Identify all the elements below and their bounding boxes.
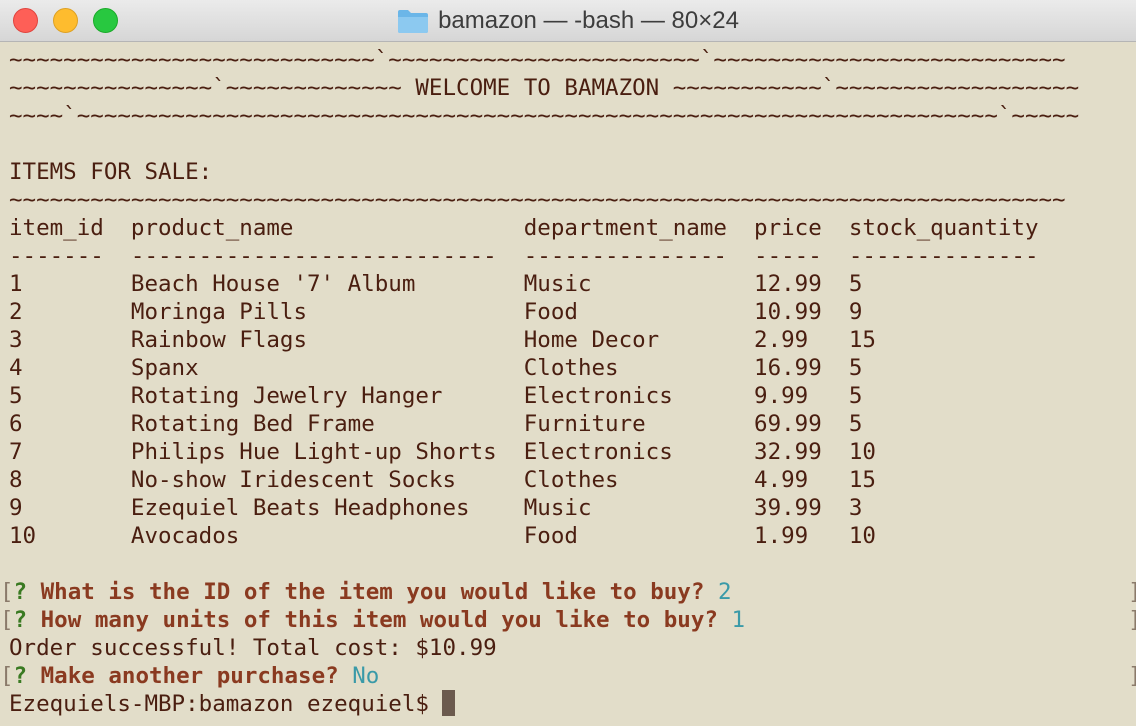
prompt-open-bracket: [ [0, 663, 14, 689]
table-row: 2 Moringa Pills Food 10.99 9 [9, 299, 863, 325]
table-row: 5 Rotating Jewelry Hanger Electronics 9.… [9, 383, 863, 409]
table-row: 9 Ezequiel Beats Headphones Music 39.99 … [9, 495, 863, 521]
window-title-group: bamazon — -bash — 80×24 [0, 0, 1136, 41]
prompt-open-bracket: [ [0, 579, 14, 605]
banner-line-1: ~~~~~~~~~~~~~~~~~~~~~~~~~~~`~~~~~~~~~~~~… [9, 47, 1066, 73]
item-id-answer: 2 [717, 579, 732, 605]
table-divider: ~~~~~~~~~~~~~~~~~~~~~~~~~~~~~~~~~~~~~~~~… [9, 187, 1066, 213]
table-row: 8 No-show Iridescent Socks Clothes 4.99 … [9, 467, 876, 493]
prompt-close-bracket: ] [1128, 578, 1136, 606]
text-cursor [442, 690, 456, 716]
quantity-question: How many units of this item would you li… [27, 607, 732, 633]
item-id-question: What is the ID of the item you would lik… [27, 579, 718, 605]
title-bar: bamazon — -bash — 80×24 [0, 0, 1136, 42]
shell-prompt: Ezequiels-MBP:bamazon ezequiel$ [9, 691, 443, 717]
table-row: 6 Rotating Bed Frame Furniture 69.99 5 [9, 411, 863, 437]
folder-icon [398, 9, 429, 33]
quantity-prompt: [? How many units of this item would you… [0, 606, 1136, 634]
prompt-question-mark: ? [13, 663, 28, 689]
prompt-question-mark: ? [13, 579, 28, 605]
prompt-close-bracket: ] [1128, 662, 1136, 690]
table-row: 7 Philips Hue Light-up Shorts Electronic… [9, 439, 876, 465]
table-row: 4 Spanx Clothes 16.99 5 [9, 355, 863, 381]
terminal-window: bamazon — -bash — 80×24 ~~~~~~~~~~~~~~~~… [0, 0, 1136, 726]
prompt-question-mark: ? [13, 607, 28, 633]
another-purchase-answer: No [352, 663, 380, 689]
table-header-rule: ------- --------------------------- ----… [9, 243, 1039, 269]
shell-prompt-line[interactable]: Ezequiels-MBP:bamazon ezequiel$ [0, 690, 1136, 718]
quantity-answer: 1 [731, 607, 746, 633]
terminal-output[interactable]: ~~~~~~~~~~~~~~~~~~~~~~~~~~~`~~~~~~~~~~~~… [0, 41, 1136, 726]
order-result: Order successful! Total cost: $10.99 [9, 635, 497, 661]
item-id-prompt: [? What is the ID of the item you would … [0, 578, 1136, 606]
another-purchase-prompt: [? Make another purchase? No] [0, 662, 1136, 690]
prompt-close-bracket: ] [1128, 606, 1136, 634]
table-row: 1 Beach House '7' Album Music 12.99 5 [9, 271, 863, 297]
banner-line-2: ~~~~~~~~~~~~~~~`~~~~~~~~~~~~~ WELCOME TO… [9, 75, 1080, 101]
banner-line-3: ~~~~`~~~~~~~~~~~~~~~~~~~~~~~~~~~~~~~~~~~… [9, 103, 1080, 129]
table-row: 3 Rainbow Flags Home Decor 2.99 15 [9, 327, 876, 353]
another-purchase-question: Make another purchase? [27, 663, 353, 689]
items-heading: ITEMS FOR SALE: [9, 159, 213, 185]
prompt-open-bracket: [ [0, 607, 14, 633]
table-header: item_id product_name department_name pri… [9, 215, 1039, 241]
window-title: bamazon — -bash — 80×24 [438, 6, 739, 34]
table-row: 10 Avocados Food 1.99 10 [9, 523, 876, 549]
